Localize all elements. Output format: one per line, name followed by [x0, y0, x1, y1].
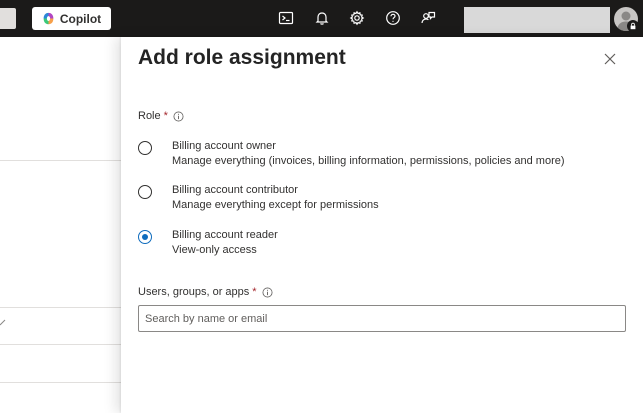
chevron-icon: [0, 319, 6, 326]
close-button[interactable]: [602, 51, 618, 67]
required-mark: *: [163, 110, 168, 122]
copilot-label: Copilot: [59, 11, 102, 26]
principals-label-text: Users, groups, or apps: [138, 286, 250, 298]
help-button[interactable]: [384, 9, 402, 27]
required-mark: *: [252, 286, 257, 298]
radio-button-selected[interactable]: [138, 230, 152, 244]
divider: [0, 160, 121, 161]
lock-badge: [627, 20, 639, 32]
role-option-owner[interactable]: Billing account owner Manage everything …: [138, 139, 628, 169]
feedback-icon: [421, 11, 436, 24]
bell-icon: [315, 12, 329, 25]
account-menu-button[interactable]: [464, 7, 610, 33]
role-description: Manage everything (invoices, billing inf…: [172, 155, 565, 167]
radio-button[interactable]: [138, 185, 152, 199]
add-role-assignment-panel: Add role assignment Role * Billing accou…: [121, 37, 643, 413]
divider: [0, 382, 121, 383]
role-description: View-only access: [172, 244, 257, 256]
gear-icon: [349, 10, 365, 26]
cloud-shell-button[interactable]: [277, 9, 295, 27]
role-option-contributor[interactable]: Billing account contributor Manage every…: [138, 183, 628, 213]
top-bar: Copilot: [0, 0, 643, 37]
divider: [0, 344, 121, 345]
copilot-button[interactable]: Copilot: [32, 7, 111, 30]
copilot-icon: [43, 12, 54, 25]
global-search-box[interactable]: [0, 8, 16, 29]
feedback-button[interactable]: [419, 9, 437, 27]
info-icon[interactable]: [173, 111, 184, 122]
radio-button[interactable]: [138, 141, 152, 155]
panel-title: Add role assignment: [138, 46, 346, 69]
close-icon: [604, 53, 616, 65]
lock-icon: [630, 22, 636, 30]
role-title: Billing account reader: [172, 229, 278, 241]
search-input[interactable]: [138, 305, 626, 332]
role-option-text: Billing account reader View-only access: [172, 228, 278, 258]
divider: [0, 307, 121, 308]
principals-label: Users, groups, or apps *: [138, 286, 273, 298]
role-label: Role *: [138, 110, 184, 122]
role-label-text: Role: [138, 110, 161, 122]
info-icon[interactable]: [262, 287, 273, 298]
role-title: Billing account contributor: [172, 184, 298, 196]
role-option-text: Billing account contributor Manage every…: [172, 183, 379, 213]
cloud-shell-icon: [278, 11, 294, 25]
settings-button[interactable]: [348, 9, 366, 27]
help-icon: [386, 11, 400, 25]
notifications-button[interactable]: [313, 9, 331, 27]
role-description: Manage everything except for permissions: [172, 199, 379, 211]
role-option-text: Billing account owner Manage everything …: [172, 139, 565, 169]
role-title: Billing account owner: [172, 140, 276, 152]
background-page: [0, 37, 121, 413]
role-option-reader[interactable]: Billing account reader View-only access: [138, 228, 628, 258]
